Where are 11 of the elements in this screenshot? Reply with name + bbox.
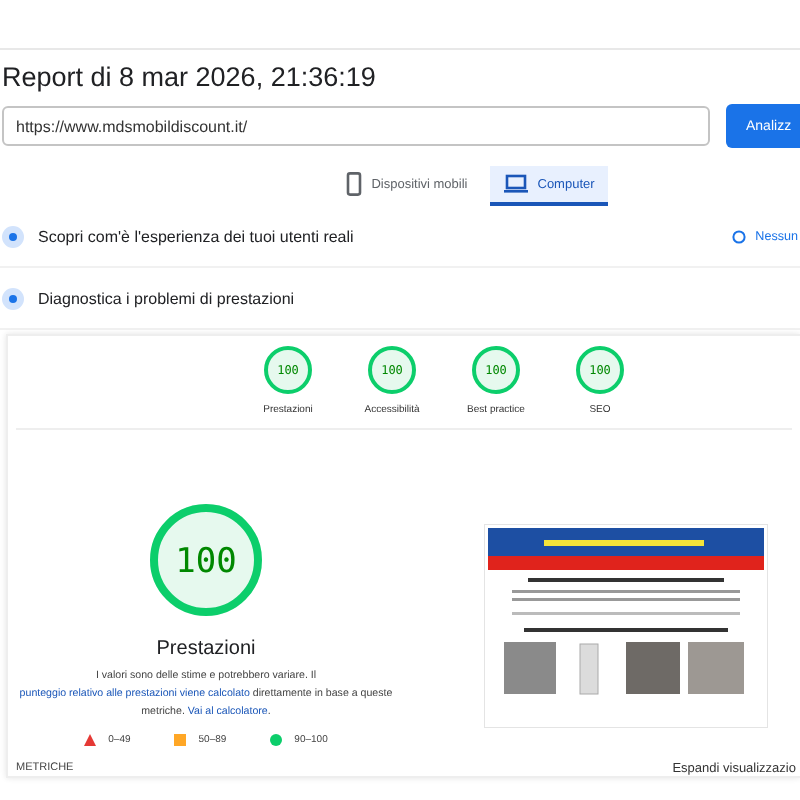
section-icon [2,287,24,309]
url-field[interactable]: https://www.mdsmobildiscount.it/ [2,106,710,146]
report-title: Report di 8 mar 2026, 21:36:19 [2,62,378,94]
score-gauge: 100 [148,502,264,618]
section-heading: Diagnostica i problemi di prestazioni [38,289,297,307]
section-heading: Scopri com'è l'esperienza dei tuoi utenti reali [38,227,356,245]
section-icon [2,225,24,247]
laptop-icon [503,174,528,194]
info-icon [731,229,746,243]
score-title: Prestazioni [156,638,256,660]
phone-icon [345,172,362,196]
